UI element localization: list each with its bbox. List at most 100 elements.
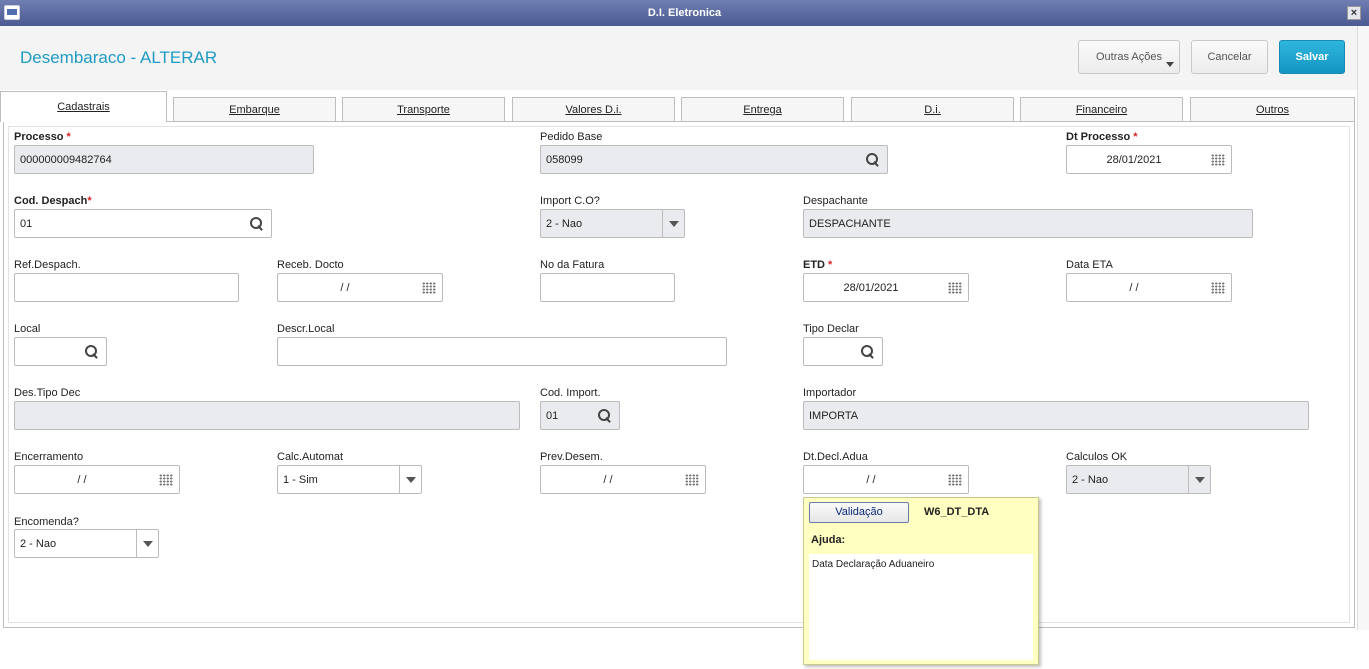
ref-despach-field[interactable] [14, 273, 239, 302]
calendar-icon[interactable] [948, 474, 962, 486]
des-tipo-dec-field[interactable] [14, 401, 520, 430]
processo-label-text: Processo [14, 131, 64, 143]
other-actions-button[interactable]: Outras Ações [1078, 40, 1180, 74]
etd-label-text: ETD [803, 259, 825, 271]
search-icon[interactable] [250, 217, 264, 231]
search-icon[interactable] [861, 345, 875, 359]
receb-docto-field[interactable]: / / [277, 273, 443, 302]
cod-despach-label-text: Cod. Despach [14, 195, 88, 207]
tipo-declar-label: Tipo Declar [803, 323, 859, 335]
help-text: Data Declaração Aduaneiro [812, 559, 935, 570]
local-field[interactable] [14, 337, 107, 366]
search-icon[interactable] [866, 153, 880, 167]
cod-despach-value: 01 [20, 218, 33, 230]
etd-value: 28/01/2021 [843, 282, 899, 294]
form-panel [3, 121, 1355, 628]
import-co-select[interactable]: 2 - Nao [540, 209, 685, 238]
dropdown-arrow-icon[interactable] [1188, 466, 1210, 493]
calc-automat-select[interactable]: 1 - Sim [277, 465, 422, 494]
prev-desem-value: / / [603, 474, 613, 486]
tab-outros[interactable]: Outros [1190, 97, 1355, 122]
form-header: Desembaraco - ALTERAR Outras Ações Cance… [0, 26, 1357, 90]
dropdown-arrow-icon[interactable] [136, 530, 158, 557]
calculos-ok-label: Calculos OK [1066, 451, 1128, 463]
cod-import-field[interactable]: 01 [540, 401, 620, 430]
descr-local-field[interactable] [277, 337, 727, 366]
calc-automat-label: Calc.Automat [277, 451, 344, 463]
dropdown-arrow-icon[interactable] [662, 210, 684, 237]
etd-label: ETD * [803, 259, 832, 271]
cod-despach-field[interactable]: 01 [14, 209, 272, 238]
receb-docto-label: Receb. Docto [277, 259, 344, 271]
data-eta-field[interactable]: / / [1066, 273, 1232, 302]
tab-financeiro[interactable]: Financeiro [1020, 97, 1183, 122]
processo-label: Processo * [14, 131, 71, 143]
close-window-button[interactable]: × [1347, 6, 1361, 20]
calendar-icon[interactable] [1211, 154, 1225, 166]
dropdown-arrow-icon[interactable] [399, 466, 421, 493]
prev-desem-field[interactable]: / / [540, 465, 706, 494]
calculos-ok-value: 2 - Nao [1072, 474, 1109, 486]
encomenda-label: Encomenda? [14, 516, 79, 528]
required-mark: * [87, 195, 92, 207]
tab-cadastrais[interactable]: Cadastrais [0, 91, 167, 122]
despachante-value: DESPACHANTE [809, 218, 891, 230]
page-title: Desembaraco - ALTERAR [20, 48, 218, 67]
required-mark: * [66, 131, 71, 143]
search-icon[interactable] [598, 409, 612, 423]
calendar-icon[interactable] [685, 474, 699, 486]
data-eta-value: / / [1129, 282, 1139, 294]
dt-decl-adua-value: / / [866, 474, 876, 486]
calendar-icon[interactable] [422, 282, 436, 294]
tab-entrega[interactable]: Entrega [681, 97, 844, 122]
processo-field[interactable]: 000000009482764 [14, 145, 314, 174]
dt-decl-adua-field[interactable]: / / [803, 465, 969, 494]
ref-despach-label: Ref.Despach. [14, 259, 81, 271]
encerramento-label: Encerramento [14, 451, 84, 463]
tab-di[interactable]: D.i. [851, 97, 1014, 122]
save-button[interactable]: Salvar [1279, 40, 1345, 74]
no-fatura-label: No da Fatura [540, 259, 605, 271]
pedido-base-field[interactable]: 058099 [540, 145, 888, 174]
validation-button[interactable]: Validação [809, 502, 909, 523]
dt-processo-label: Dt Processo * [1066, 131, 1137, 143]
encerramento-value: / / [77, 474, 87, 486]
tab-bar: Cadastrais Embarque Transporte Valores D… [0, 91, 1357, 122]
dt-processo-label-text: Dt Processo [1066, 131, 1131, 143]
tab-valores-di[interactable]: Valores D.i. [512, 97, 675, 122]
data-eta-label: Data ETA [1066, 259, 1113, 271]
cancel-button[interactable]: Cancelar [1191, 40, 1268, 74]
pedido-base-value: 058099 [546, 154, 583, 166]
search-icon[interactable] [85, 345, 99, 359]
tipo-declar-field[interactable] [803, 337, 883, 366]
importador-field[interactable]: IMPORTA [803, 401, 1309, 430]
form-panel-inner [8, 126, 1350, 623]
des-tipo-dec-label: Des.Tipo Dec [14, 387, 81, 399]
processo-value: 000000009482764 [20, 154, 112, 166]
tab-transporte[interactable]: Transporte [342, 97, 505, 122]
etd-field[interactable]: 28/01/2021 [803, 273, 969, 302]
vertical-scrollbar[interactable] [1357, 26, 1369, 630]
calendar-icon[interactable] [1211, 282, 1225, 294]
window: D.I. Eletronica × Desembaraco - ALTERAR … [0, 0, 1369, 669]
encomenda-select[interactable]: 2 - Nao [14, 529, 159, 558]
cod-despach-label: Cod. Despach* [14, 195, 92, 207]
dt-processo-field[interactable]: 28/01/2021 [1066, 145, 1232, 174]
calendar-icon[interactable] [948, 282, 962, 294]
required-mark: * [1133, 131, 1138, 143]
import-co-value: 2 - Nao [546, 218, 583, 230]
despachante-label: Despachante [803, 195, 868, 207]
calc-automat-value: 1 - Sim [283, 474, 318, 486]
encerramento-field[interactable]: / / [14, 465, 180, 494]
dt-processo-value: 28/01/2021 [1106, 154, 1162, 166]
required-mark: * [828, 259, 833, 271]
caret-down-icon [1166, 62, 1174, 67]
no-fatura-field[interactable] [540, 273, 675, 302]
field-code: W6_DT_DTA [924, 506, 990, 518]
calendar-icon[interactable] [159, 474, 173, 486]
help-heading: Ajuda: [811, 534, 846, 546]
calculos-ok-select[interactable]: 2 - Nao [1066, 465, 1211, 494]
despachante-field[interactable]: DESPACHANTE [803, 209, 1253, 238]
tab-embarque[interactable]: Embarque [173, 97, 336, 122]
pedido-base-label: Pedido Base [540, 131, 603, 143]
